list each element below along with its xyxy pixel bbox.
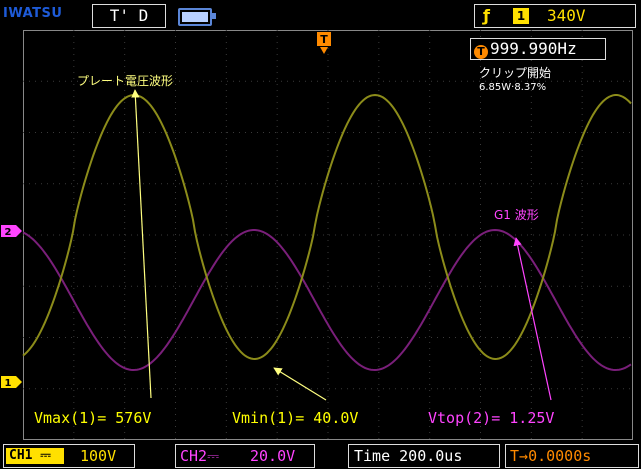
- dc-coupling-icon: ⎓: [40, 448, 51, 463]
- vtop-measurement: Vtop(2)= 1.25V: [428, 409, 555, 427]
- vmin-arrow: [273, 367, 327, 401]
- frequency-counter: T 999.990Hz: [470, 38, 606, 60]
- channel-settings-bar: CH1 ⎓ 100V CH2⎓ 20.0V Time 200.0us T→0.0…: [0, 440, 641, 469]
- clip-values-note: 6.85W·8.37%: [479, 82, 547, 93]
- trigger-marker[interactable]: T: [317, 32, 331, 54]
- trigger-position-settings[interactable]: T→0.0000s: [505, 444, 639, 468]
- timebase-value: Time 200.0us: [354, 447, 463, 465]
- dc-coupling-icon: ⎓: [207, 447, 220, 465]
- trigger-arrow-icon: T→: [510, 447, 529, 465]
- ch2-settings[interactable]: CH2⎓ 20.0V: [175, 444, 315, 468]
- vmax-measurement: Vmax(1)= 576V: [34, 409, 152, 427]
- ch2-scale: 20.0V: [250, 447, 296, 465]
- clip-start-note: クリップ開始: [479, 66, 552, 80]
- frequency-value: 999.990Hz: [490, 39, 577, 58]
- ch1-waveform: [22, 93, 632, 361]
- ch2-marker[interactable]: 2: [1, 225, 22, 238]
- svg-text:1: 1: [5, 378, 12, 389]
- svg-text:T: T: [320, 33, 328, 46]
- ch1-settings[interactable]: CH1 ⎓ 100V: [3, 444, 135, 468]
- svg-text:2: 2: [5, 227, 12, 238]
- ch2-tag: CH2⎓: [180, 447, 220, 465]
- timebase-settings[interactable]: Time 200.0us: [348, 444, 500, 468]
- ch1-scale: 100V: [80, 447, 117, 465]
- trigger-position: T→0.0000s: [510, 447, 592, 465]
- plate-waveform-label: プレート電圧波形: [77, 74, 174, 88]
- g1-waveform-label: G1 波形: [494, 208, 539, 222]
- oscilloscope-screen: IWATSU T' D ƒ 1 340V T 2 1 T 999.990Hz ク…: [0, 0, 641, 469]
- trigger-t-icon: T: [474, 45, 488, 59]
- ch1-tag: CH1 ⎓: [6, 448, 64, 464]
- vmin-measurement: Vmin(1)= 40.0V: [232, 409, 359, 427]
- ch1-marker[interactable]: 1: [1, 376, 22, 389]
- plate-label-arrow: [131, 89, 152, 399]
